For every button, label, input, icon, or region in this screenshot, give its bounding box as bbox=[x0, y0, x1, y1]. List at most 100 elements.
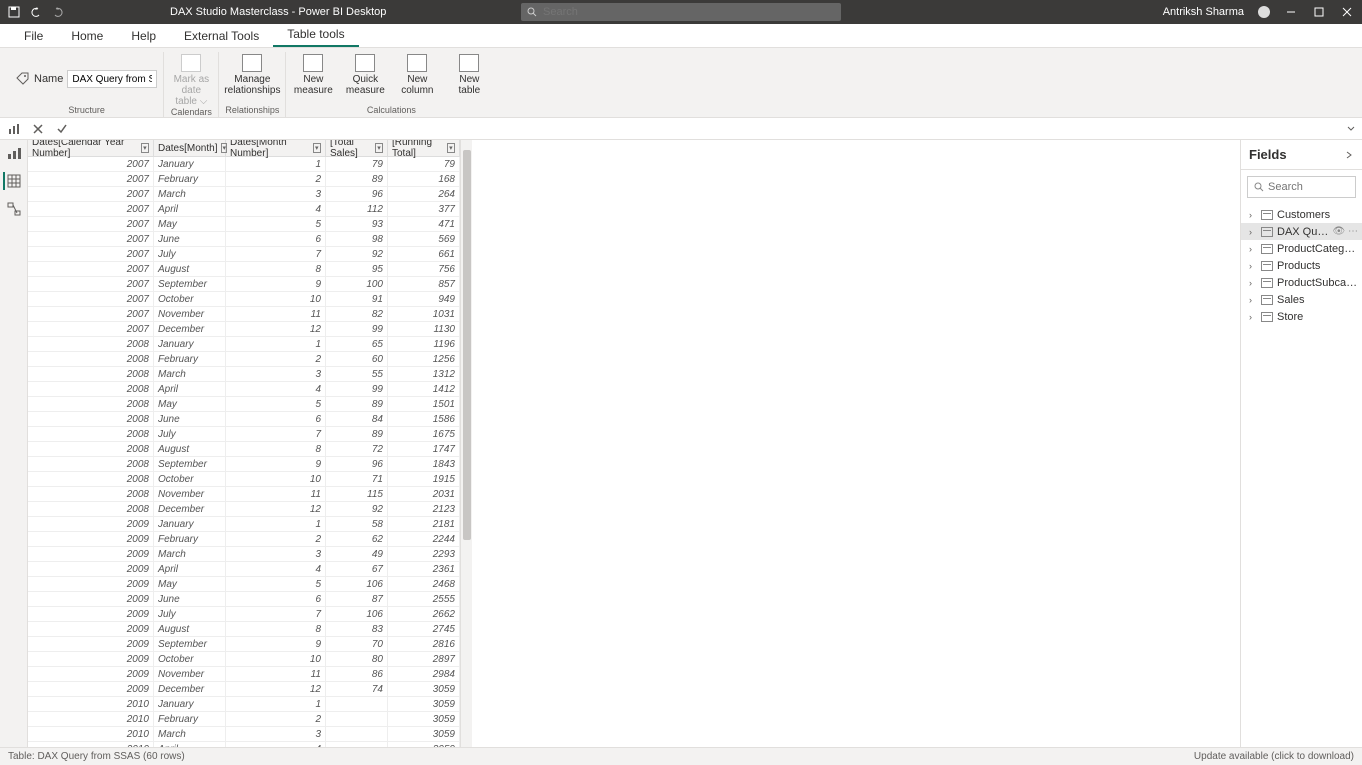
cancel-formula-button[interactable] bbox=[30, 121, 46, 137]
table-row[interactable]: 2008November111152031 bbox=[28, 487, 460, 502]
table-row[interactable]: 2007April4112377 bbox=[28, 202, 460, 217]
fields-table-item[interactable]: ›Products bbox=[1241, 257, 1362, 274]
fields-table-item[interactable]: ›ProductCategory bbox=[1241, 240, 1362, 257]
group-structure-label: Structure bbox=[68, 105, 105, 117]
cell: 2009 bbox=[28, 667, 154, 682]
table-row[interactable]: 2010February23059 bbox=[28, 712, 460, 727]
table-row[interactable]: 2007October1091949 bbox=[28, 292, 460, 307]
table-row[interactable]: 2007December12991130 bbox=[28, 322, 460, 337]
table-row[interactable]: 2007July792661 bbox=[28, 247, 460, 262]
new-measure-button[interactable]: New measure bbox=[292, 54, 334, 96]
table-row[interactable]: 2008October10711915 bbox=[28, 472, 460, 487]
table-row[interactable]: 2008July7891675 bbox=[28, 427, 460, 442]
cell: 2181 bbox=[388, 517, 460, 532]
table-row[interactable]: 2008March3551312 bbox=[28, 367, 460, 382]
cell: 67 bbox=[326, 562, 388, 577]
table-name-input[interactable] bbox=[67, 70, 157, 88]
table-row[interactable]: 2007January17979 bbox=[28, 157, 460, 172]
cell: 3 bbox=[226, 187, 326, 202]
table-row[interactable]: 2009July71062662 bbox=[28, 607, 460, 622]
ribbon-tab-help[interactable]: Help bbox=[117, 25, 170, 47]
update-available-link[interactable]: Update available (click to download) bbox=[1194, 751, 1354, 762]
table-row[interactable]: 2008May5891501 bbox=[28, 397, 460, 412]
fields-search[interactable] bbox=[1247, 176, 1356, 198]
fields-table-item[interactable]: ›ProductSubcategory bbox=[1241, 274, 1362, 291]
table-row[interactable]: 2008December12922123 bbox=[28, 502, 460, 517]
table-row[interactable]: 2009August8832745 bbox=[28, 622, 460, 637]
maximize-button[interactable] bbox=[1312, 5, 1326, 19]
report-view-button[interactable] bbox=[5, 144, 23, 162]
save-icon[interactable] bbox=[8, 6, 20, 18]
commit-formula-button[interactable] bbox=[54, 121, 70, 137]
cell: 11 bbox=[226, 667, 326, 682]
table-row[interactable]: 2008August8721747 bbox=[28, 442, 460, 457]
column-header[interactable]: [Total Sales]▾ bbox=[326, 140, 388, 156]
table-row[interactable]: 2008February2601256 bbox=[28, 352, 460, 367]
table-row[interactable]: 2009November11862984 bbox=[28, 667, 460, 682]
collapse-pane-button[interactable] bbox=[1344, 150, 1354, 160]
table-row[interactable]: 2009June6872555 bbox=[28, 592, 460, 607]
ribbon-tab-home[interactable]: Home bbox=[57, 25, 117, 47]
filter-icon[interactable]: ▾ bbox=[375, 143, 383, 153]
table-row[interactable]: 2007September9100857 bbox=[28, 277, 460, 292]
ribbon-tab-file[interactable]: File bbox=[10, 25, 57, 47]
cell: October bbox=[154, 292, 226, 307]
cell: 2007 bbox=[28, 157, 154, 172]
new-column-button[interactable]: New column bbox=[396, 54, 438, 96]
model-view-button[interactable] bbox=[5, 200, 23, 218]
column-header[interactable]: Dates[Month Number]▾ bbox=[226, 140, 326, 156]
table-row[interactable]: 2010January13059 bbox=[28, 697, 460, 712]
table-row[interactable]: 2009September9702816 bbox=[28, 637, 460, 652]
more-icon[interactable]: 👁 ⋯ bbox=[1333, 226, 1358, 237]
fields-table-item[interactable]: ›DAX Query from ...👁 ⋯ bbox=[1241, 223, 1362, 240]
fields-table-item[interactable]: ›Customers bbox=[1241, 206, 1362, 223]
table-row[interactable]: 2010March33059 bbox=[28, 727, 460, 742]
new-table-button[interactable]: New table bbox=[448, 54, 490, 96]
table-row[interactable]: 2007May593471 bbox=[28, 217, 460, 232]
table-row[interactable]: 2009March3492293 bbox=[28, 547, 460, 562]
global-search-input[interactable] bbox=[543, 6, 835, 18]
table-row[interactable]: 2008September9961843 bbox=[28, 457, 460, 472]
table-row[interactable]: 2010April43059 bbox=[28, 742, 460, 747]
table-row[interactable]: 2009December12743059 bbox=[28, 682, 460, 697]
filter-icon[interactable]: ▾ bbox=[447, 143, 455, 153]
fields-search-input[interactable] bbox=[1268, 181, 1349, 193]
vertical-scrollbar[interactable] bbox=[460, 140, 472, 747]
table-row[interactable]: 2009October10802897 bbox=[28, 652, 460, 667]
column-header[interactable]: Dates[Month]▾ bbox=[154, 140, 226, 156]
table-row[interactable]: 2007February289168 bbox=[28, 172, 460, 187]
avatar[interactable] bbox=[1258, 6, 1270, 18]
undo-icon[interactable] bbox=[30, 6, 42, 18]
table-row[interactable]: 2009February2622244 bbox=[28, 532, 460, 547]
column-header[interactable]: [Running Total]▾ bbox=[388, 140, 460, 156]
redo-icon[interactable] bbox=[52, 6, 64, 18]
table-row[interactable]: 2007March396264 bbox=[28, 187, 460, 202]
table-row[interactable]: 2007November11821031 bbox=[28, 307, 460, 322]
column-header[interactable]: Dates[Calendar Year Number]▾ bbox=[28, 140, 154, 156]
fields-table-item[interactable]: ›Store bbox=[1241, 308, 1362, 325]
ribbon-tab-table-tools[interactable]: Table tools bbox=[273, 23, 358, 47]
table-row[interactable]: 2008April4991412 bbox=[28, 382, 460, 397]
name-tag-icon bbox=[16, 72, 30, 86]
table-row[interactable]: 2009January1582181 bbox=[28, 517, 460, 532]
data-view-button[interactable] bbox=[3, 172, 21, 190]
table-row[interactable]: 2009May51062468 bbox=[28, 577, 460, 592]
quick-measure-button[interactable]: Quick measure bbox=[344, 54, 386, 96]
minimize-button[interactable] bbox=[1284, 5, 1298, 19]
table-row[interactable]: 2009April4672361 bbox=[28, 562, 460, 577]
global-search[interactable] bbox=[521, 3, 841, 21]
cell: September bbox=[154, 457, 226, 472]
cell: 2244 bbox=[388, 532, 460, 547]
close-button[interactable] bbox=[1340, 5, 1354, 19]
table-row[interactable]: 2008January1651196 bbox=[28, 337, 460, 352]
filter-icon[interactable]: ▾ bbox=[141, 143, 149, 153]
ribbon-tab-external-tools[interactable]: External Tools bbox=[170, 25, 273, 47]
manage-relationships-button[interactable]: Manage relationships bbox=[231, 54, 273, 96]
table-row[interactable]: 2008June6841586 bbox=[28, 412, 460, 427]
table-row[interactable]: 2007August895756 bbox=[28, 262, 460, 277]
expand-formula-button[interactable] bbox=[1346, 124, 1356, 134]
filter-icon[interactable]: ▾ bbox=[313, 143, 321, 153]
table-row[interactable]: 2007June698569 bbox=[28, 232, 460, 247]
chart-view-icon[interactable] bbox=[6, 121, 22, 137]
fields-table-item[interactable]: ›Sales bbox=[1241, 291, 1362, 308]
